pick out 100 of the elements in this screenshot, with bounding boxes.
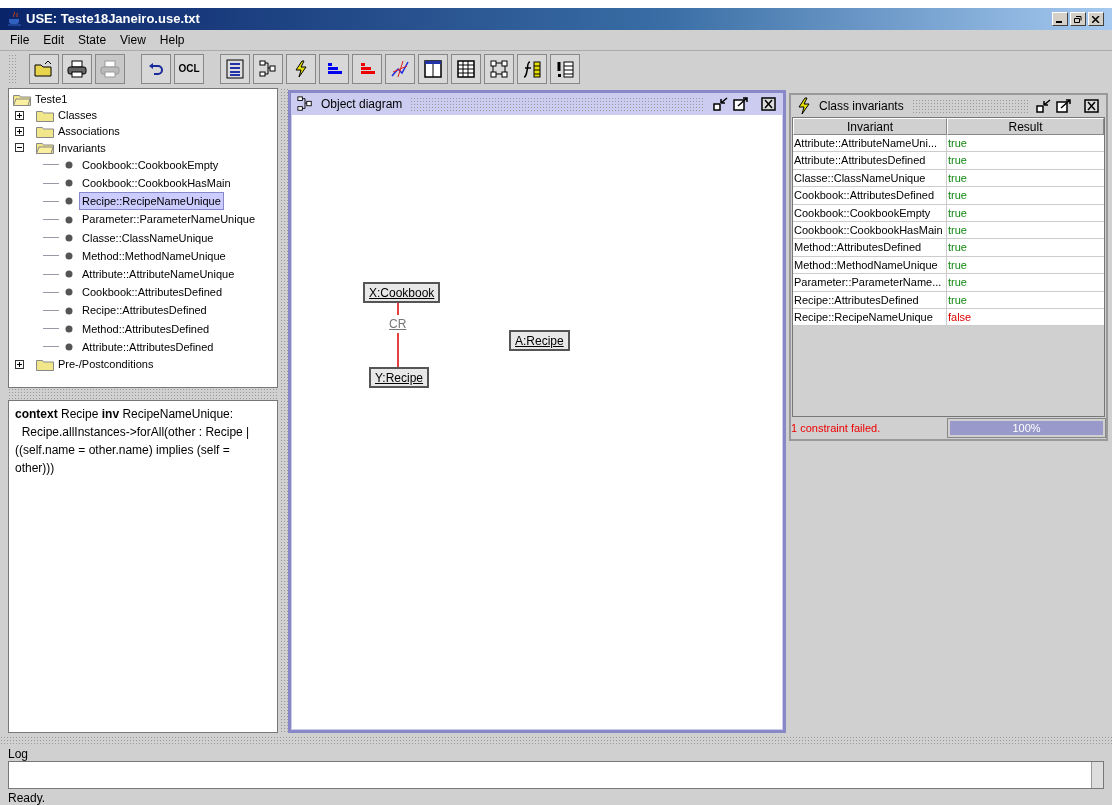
coffee-cup-icon bbox=[8, 11, 22, 27]
lightning-icon bbox=[294, 59, 308, 78]
table-cell: Cookbook::AttributesDefined bbox=[793, 187, 947, 204]
expand-icon[interactable] bbox=[15, 110, 24, 120]
toolbar-button[interactable] bbox=[220, 53, 250, 84]
table-cell-text: true bbox=[947, 257, 968, 273]
toolbar-button[interactable] bbox=[484, 53, 514, 84]
status-message: 1 constraint failed. bbox=[791, 420, 882, 436]
table-cell: Parameter::ParameterName... bbox=[793, 274, 947, 291]
warning-list-icon bbox=[556, 59, 574, 78]
minimize-icon[interactable] bbox=[1036, 99, 1052, 113]
minimize-icon[interactable] bbox=[713, 97, 729, 111]
tree-node[interactable]: Recipe::AttributesDefined bbox=[79, 301, 210, 320]
object-node[interactable]: A:Recipe bbox=[509, 330, 570, 351]
bullet-icon bbox=[65, 324, 73, 333]
tree-node[interactable]: Method::AttributesDefined bbox=[79, 319, 213, 338]
toolbar-button[interactable] bbox=[418, 53, 448, 84]
table-cell-text: true bbox=[947, 188, 968, 204]
folder-icon bbox=[36, 125, 54, 138]
column-header[interactable]: Invariant bbox=[793, 118, 947, 135]
table-cell-text: true bbox=[947, 205, 968, 221]
menu-item[interactable]: State bbox=[72, 31, 113, 49]
bullet-icon bbox=[65, 197, 73, 206]
table-icon bbox=[457, 59, 475, 78]
table-cell: Classe::ClassNameUnique bbox=[793, 169, 947, 187]
toolbar-button[interactable] bbox=[550, 53, 580, 84]
table-cell-text: false bbox=[947, 309, 973, 325]
tree-node[interactable]: Classes bbox=[58, 107, 98, 124]
tree-node[interactable]: Cookbook::CookbookEmpty bbox=[79, 155, 222, 174]
toolbar-button[interactable] bbox=[319, 53, 349, 84]
object-node[interactable]: X:Cookbook bbox=[363, 282, 441, 303]
function-icon bbox=[523, 59, 541, 78]
bullet-icon bbox=[65, 179, 73, 188]
toolbar-button[interactable] bbox=[517, 53, 547, 84]
restore-button[interactable] bbox=[1070, 12, 1086, 26]
expand-icon[interactable] bbox=[15, 359, 24, 369]
tree-node[interactable]: Associations bbox=[58, 123, 120, 140]
folder-icon bbox=[34, 59, 54, 78]
maximize-icon[interactable] bbox=[1056, 99, 1072, 113]
bullet-icon bbox=[65, 270, 73, 279]
tree-node[interactable]: Attribute::AttributeNameUnique bbox=[79, 265, 238, 284]
diagram-icon bbox=[297, 96, 313, 112]
toolbar-button[interactable]: OCL bbox=[174, 53, 204, 84]
tree-node[interactable]: Method::MethodNameUnique bbox=[79, 246, 229, 266]
table-cell-text: true bbox=[947, 136, 968, 151]
table-cell-text: true bbox=[947, 275, 968, 291]
close-button[interactable] bbox=[1088, 12, 1104, 26]
table-cell-text: true bbox=[947, 240, 968, 256]
printer-icon bbox=[100, 59, 120, 78]
tree-node[interactable]: Parameter::ParameterNameUnique bbox=[79, 210, 259, 229]
tree-node[interactable]: Cookbook::AttributesDefined bbox=[79, 283, 226, 302]
list-window-icon bbox=[226, 58, 244, 79]
close-icon bbox=[1092, 15, 1100, 23]
bullet-icon bbox=[65, 233, 73, 242]
tree-node[interactable]: Cookbook::CookbookHasMain bbox=[79, 174, 234, 193]
tree-node[interactable]: Classe::ClassNameUnique bbox=[79, 228, 217, 247]
minimize-button[interactable] bbox=[1052, 12, 1068, 26]
menu-item[interactable]: View bbox=[114, 31, 152, 49]
menu-item[interactable]: File bbox=[4, 31, 36, 49]
expand-icon[interactable] bbox=[15, 127, 24, 136]
toolbar-button[interactable] bbox=[253, 53, 283, 84]
bullet-icon bbox=[65, 251, 73, 260]
open-folder-icon bbox=[36, 141, 54, 155]
table-cell: Attribute::AttributesDefined bbox=[793, 152, 947, 169]
bullet-icon bbox=[65, 306, 73, 315]
tree-node[interactable]: Pre-/Postconditions bbox=[58, 356, 154, 373]
toolbar-button[interactable] bbox=[62, 53, 92, 84]
table-cell: Recipe::AttributesDefined bbox=[793, 291, 947, 308]
tree-node[interactable]: Invariants bbox=[58, 139, 106, 156]
object-node[interactable]: Y:Recipe bbox=[369, 367, 430, 388]
close-icon[interactable] bbox=[761, 97, 777, 111]
nodes-icon bbox=[490, 59, 508, 78]
ocl-text: context Recipe inv RecipeNameUnique: Recipe.allInstances->forAll(other : Recipe | ((self.name = other.name) implies (self = other))) bbox=[8, 400, 278, 733]
tree-node[interactable]: Attribute::AttributesDefined bbox=[79, 337, 217, 357]
maximize-icon[interactable] bbox=[733, 97, 749, 111]
tree-node[interactable]: Recipe::RecipeNameUnique bbox=[79, 192, 224, 211]
bullet-icon bbox=[65, 160, 73, 169]
table-cell-text: true bbox=[947, 292, 968, 308]
folder-icon bbox=[36, 108, 54, 122]
table-cell-text: true bbox=[947, 170, 968, 186]
table-cell: Cookbook::CookbookHasMain bbox=[793, 221, 947, 239]
toolbar-button[interactable] bbox=[286, 53, 316, 84]
toolbar-button[interactable] bbox=[451, 53, 481, 84]
menu-item[interactable]: Edit bbox=[37, 31, 71, 49]
toolbar-button[interactable] bbox=[141, 53, 171, 84]
bullet-icon bbox=[65, 288, 73, 297]
scrollbar[interactable] bbox=[1091, 762, 1103, 788]
tree-node[interactable]: Teste1 bbox=[35, 91, 68, 108]
menu-item[interactable]: Help bbox=[153, 31, 191, 49]
collapse-icon[interactable] bbox=[15, 143, 24, 153]
status-text: Ready. bbox=[7, 790, 47, 805]
table-cell: Recipe::RecipeNameUnique bbox=[793, 308, 947, 326]
window-title: USE: Teste18Janeiro.use.txt bbox=[26, 10, 200, 29]
printer-icon bbox=[67, 59, 87, 78]
table-cell: Method::AttributesDefined bbox=[793, 239, 947, 256]
line-chart-icon bbox=[391, 59, 409, 78]
column-header[interactable]: Result bbox=[947, 118, 1104, 135]
undo-icon bbox=[148, 61, 164, 76]
close-icon[interactable] bbox=[1084, 99, 1100, 113]
bullet-icon bbox=[65, 342, 73, 351]
